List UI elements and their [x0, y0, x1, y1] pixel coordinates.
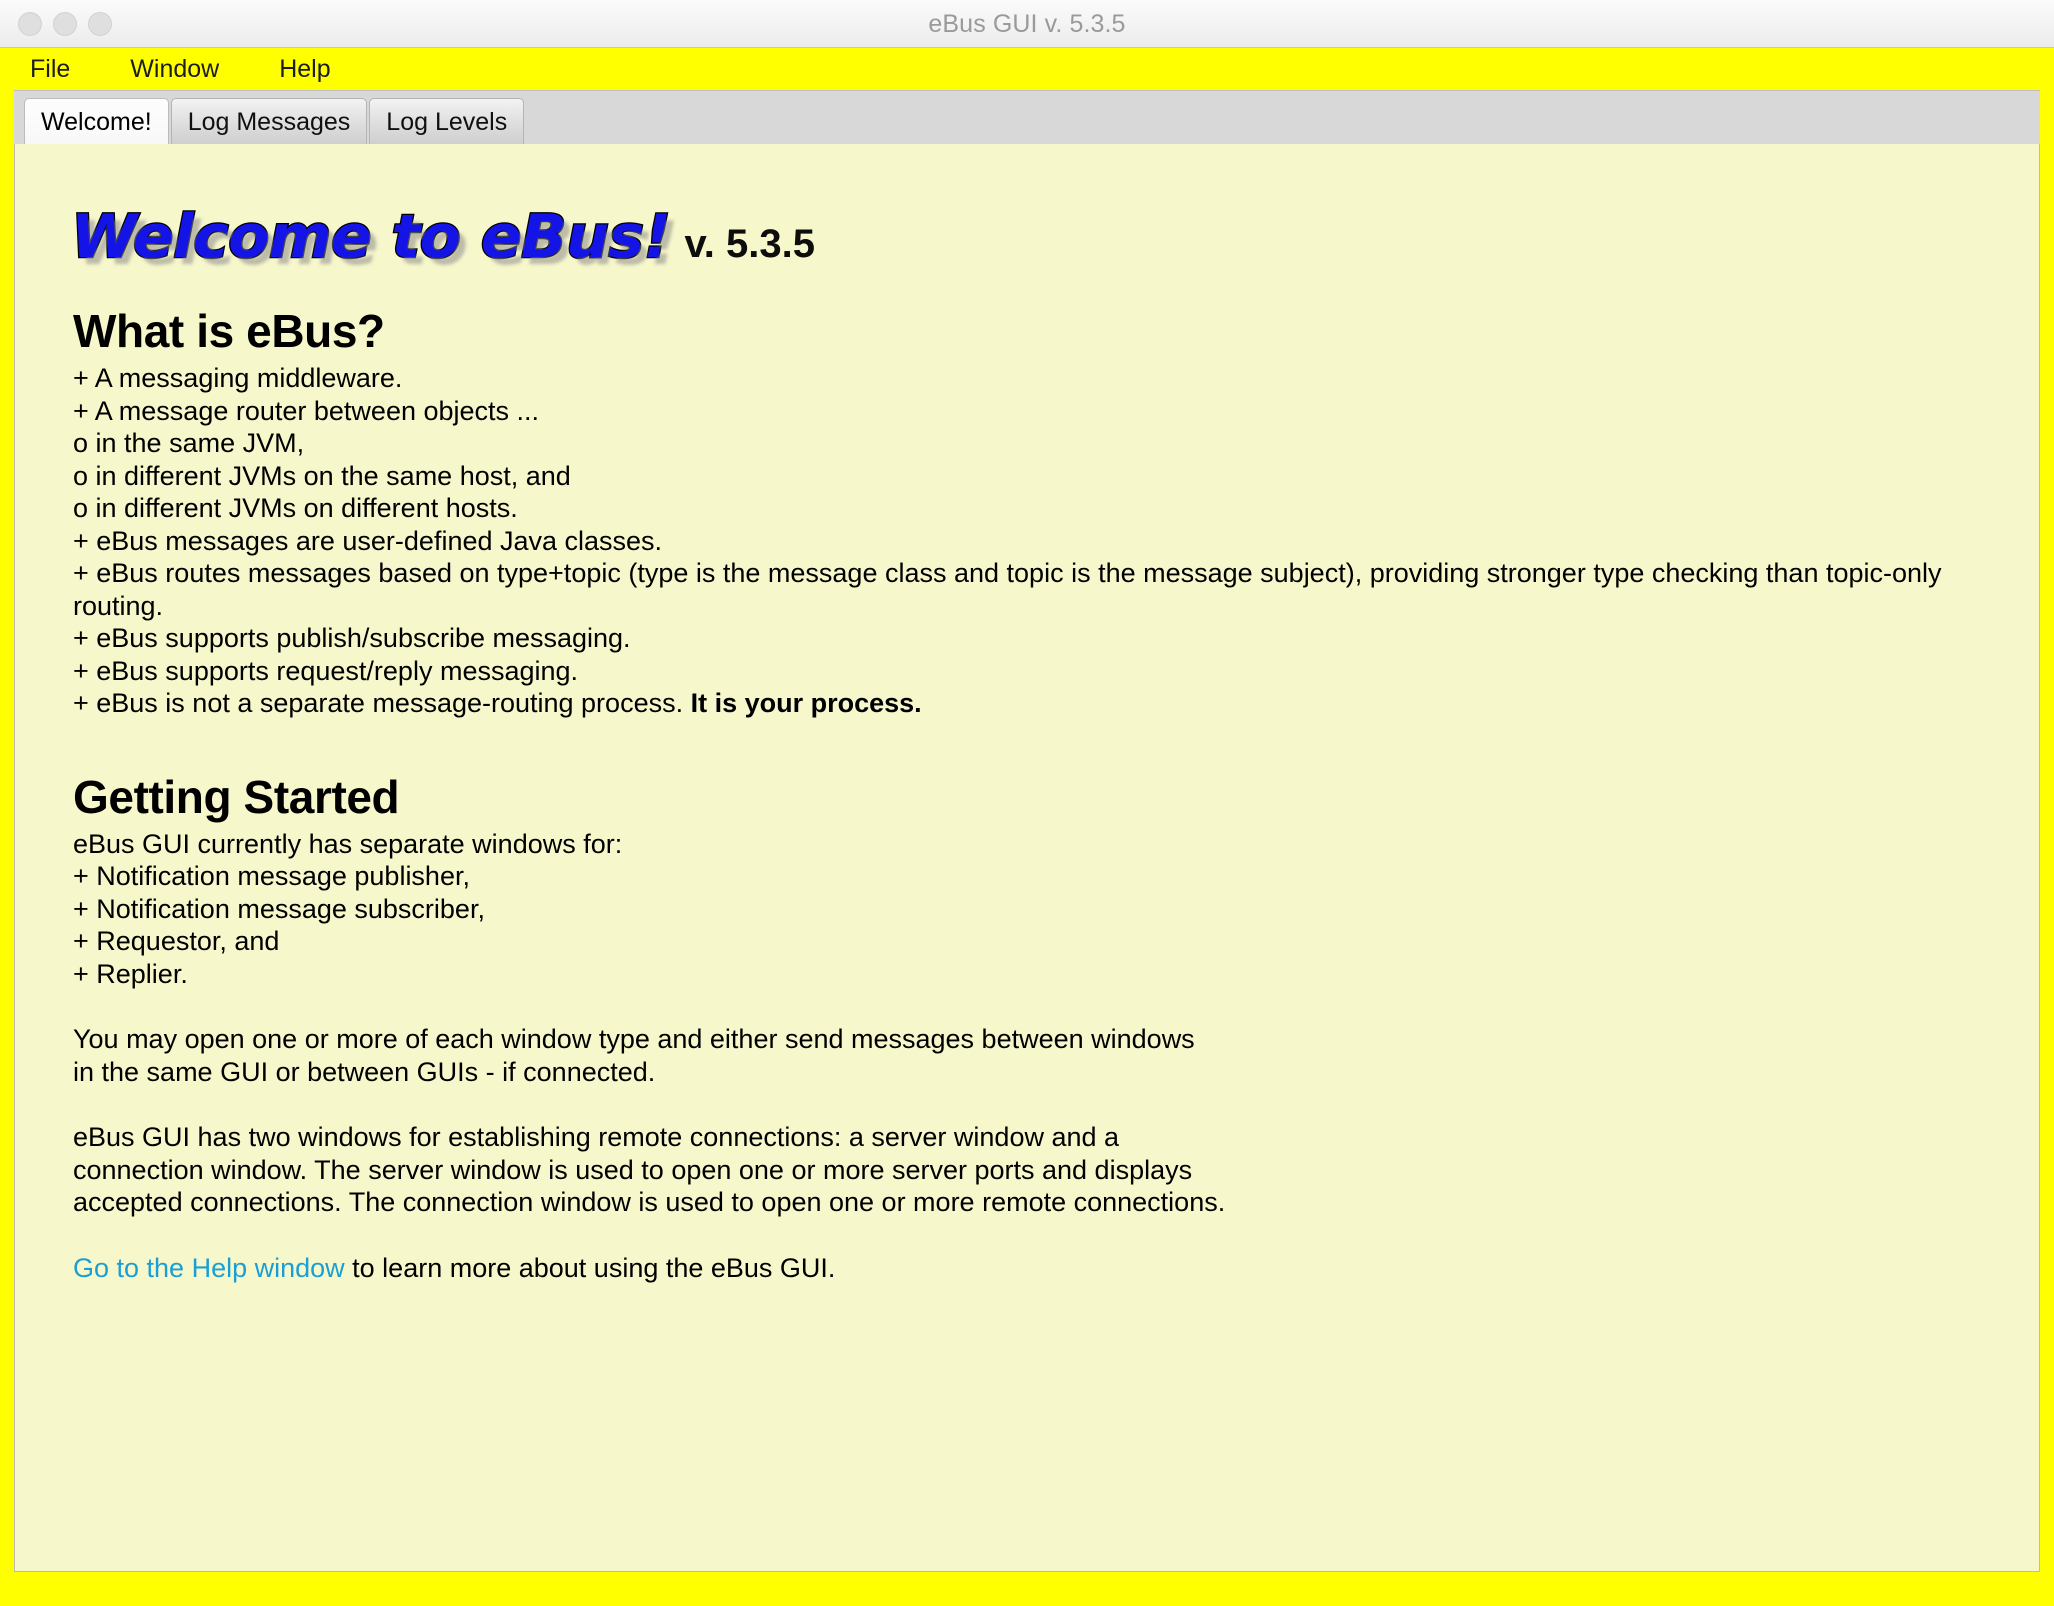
menu-item-help[interactable]: Help: [275, 53, 334, 86]
title-bar: eBus GUI v. 5.3.5: [0, 0, 2054, 48]
gs-paragraph2-line2: connection window. The server window is …: [73, 1154, 1193, 1185]
welcome-logo-row: Welcome to eBus! v. 5.3.5: [70, 202, 815, 272]
what-is-line-7-text: + eBus routes messages based on type+top…: [73, 558, 1942, 621]
help-link-suffix: to learn more about using the eBus GUI.: [344, 1252, 836, 1283]
what-is-line-6: + eBus messages are user-defined Java cl…: [73, 525, 663, 556]
tab-strip: Welcome! Log Messages Log Levels: [14, 90, 2040, 144]
getting-started-intro: eBus GUI currently has separate windows …: [73, 828, 623, 859]
welcome-document: What is eBus? + A messaging middleware. …: [73, 304, 1973, 1284]
what-is-line-10-emphasis: It is your process.: [690, 688, 922, 718]
gs-window-3: + Requestor, and: [73, 926, 280, 956]
what-is-line-4: o in different JVMs on the same host, an…: [73, 460, 571, 491]
menu-item-file[interactable]: File: [26, 53, 74, 86]
what-is-line-5: o in different JVMs on different hosts.: [73, 493, 518, 523]
what-is-line-3: o in the same JVM,: [73, 428, 305, 458]
gs-paragraph1-line1: You may open one or more of each window …: [73, 1024, 1195, 1054]
what-is-line-10-text: + eBus is not a separate message-routing…: [73, 688, 691, 718]
tab-panel: Welcome! Log Messages Log Levels Welcome…: [14, 90, 2040, 1572]
version-label: v. 5.3.5: [684, 222, 815, 266]
section-spacer-1: [73, 720, 1973, 770]
tab-log-messages[interactable]: Log Messages: [170, 98, 368, 144]
gs-window-2: + Notification message subscriber,: [73, 893, 485, 924]
heading-what-is-ebus: What is eBus?: [73, 305, 385, 357]
window-title: eBus GUI v. 5.3.5: [928, 10, 1126, 38]
tab-welcome[interactable]: Welcome!: [24, 98, 169, 144]
what-is-line-8: + eBus supports publish/subscribe messag…: [73, 623, 631, 653]
what-is-line-7: + eBus routes messages based on type+top…: [73, 557, 1973, 622]
tab-log-levels[interactable]: Log Levels: [369, 98, 525, 144]
what-is-line-10: + eBus is not a separate message-routing…: [73, 687, 1973, 720]
help-link-row: Go to the Help window to learn more abou…: [73, 1252, 1973, 1285]
gs-window-1: + Notification message publisher,: [73, 861, 470, 891]
what-is-line-2: + A message router between objects ...: [73, 395, 540, 426]
section-spacer-4: [73, 1219, 1973, 1252]
yellow-frame: Welcome! Log Messages Log Levels Welcome…: [0, 90, 2054, 1606]
welcome-to-ebus-logo: Welcome to eBus!: [70, 202, 672, 272]
menu-bar: File Window Help: [0, 48, 2054, 90]
welcome-tab-content: Welcome to eBus! v. 5.3.5 What is eBus? …: [14, 144, 2040, 1572]
help-window-link[interactable]: Go to the Help window: [73, 1253, 345, 1283]
what-is-line-9: + eBus supports request/reply messaging.: [73, 655, 579, 686]
section-spacer-2: [73, 990, 1973, 1023]
gs-window-4: + Replier.: [73, 958, 188, 989]
app-window: eBus GUI v. 5.3.5 File Window Help Welco…: [0, 0, 2054, 1606]
menu-item-window[interactable]: Window: [126, 53, 223, 86]
heading-getting-started: Getting Started: [73, 770, 400, 823]
gs-paragraph1-line2: in the same GUI or between GUIs - if con…: [73, 1056, 656, 1087]
gs-paragraph2-line3: accepted connections. The connection win…: [73, 1187, 1226, 1217]
section-spacer-3: [73, 1088, 1973, 1121]
gs-paragraph2-line1: eBus GUI has two windows for establishin…: [73, 1122, 1120, 1152]
what-is-line-1: + A messaging middleware.: [73, 363, 403, 393]
